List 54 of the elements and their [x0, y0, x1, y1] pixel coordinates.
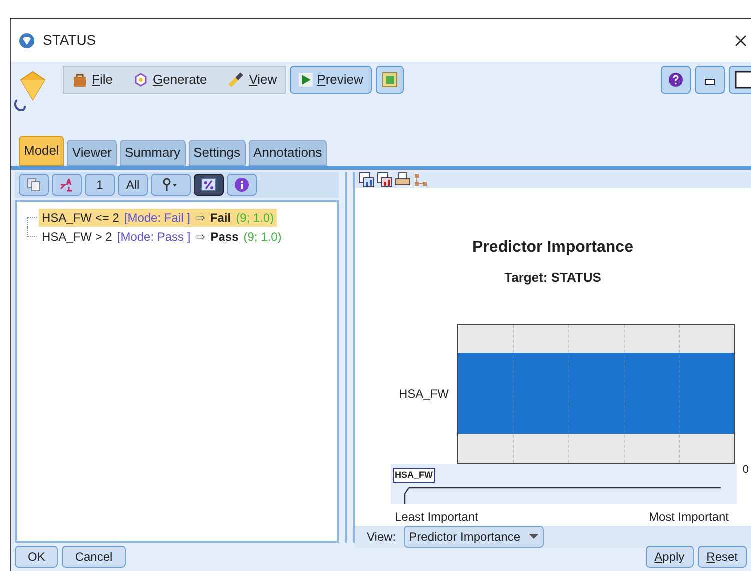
export-button[interactable] — [376, 66, 404, 94]
percent-icon — [201, 178, 217, 192]
help-icon — [668, 72, 684, 88]
dialog-button[interactable]: Cancel — [62, 546, 126, 568]
info-button[interactable] — [227, 174, 257, 196]
slider-label: HSA_FW — [393, 468, 435, 483]
bar-chart-icon[interactable] — [377, 172, 393, 188]
close-icon[interactable] — [735, 34, 747, 46]
grid-icon — [382, 72, 398, 88]
bar-label: HSA_FW — [399, 386, 450, 402]
chart-title: Predictor Importance — [472, 238, 634, 258]
tab[interactable]: Summary — [120, 140, 186, 166]
tab[interactable]: Annotations — [248, 140, 328, 166]
caret-icon — [528, 534, 539, 540]
pin-dropdown-icon — [162, 178, 180, 192]
menu-button[interactable]: File — [72, 70, 113, 90]
pin-button[interactable] — [151, 174, 191, 196]
tab[interactable]: Model — [19, 136, 64, 166]
help-button[interactable] — [661, 66, 691, 94]
axis-label: 0 — [742, 462, 749, 478]
dialog-button[interactable]: OK — [15, 546, 58, 568]
preview-button[interactable]: Preview — [290, 66, 372, 94]
minimize-button[interactable] — [695, 66, 725, 94]
rule-item[interactable]: HSA_FW > 2 [Mode: Pass ] ⇨ Pass (9; 1.0) — [39, 228, 285, 246]
flashlight-icon — [227, 72, 246, 88]
least-important-label: Least Important — [395, 508, 478, 526]
maximize-icon — [735, 71, 751, 89]
tab[interactable]: Viewer — [67, 140, 117, 166]
hexagon-icon — [132, 72, 149, 88]
window-title: STATUS — [43, 31, 96, 50]
dialog-button[interactable]: Reset — [698, 546, 747, 568]
copy-icon — [27, 178, 41, 192]
menu-button[interactable]: Generate — [132, 70, 208, 90]
copy-button[interactable] — [19, 174, 49, 196]
info-icon — [234, 177, 250, 193]
filter-button[interactable]: 1 — [85, 174, 115, 196]
sort-icon — [59, 177, 75, 193]
maximize-button[interactable] — [729, 66, 751, 94]
rule-item[interactable]: HSA_FW <= 2 [Mode: Fail ] ⇨ Fail (9; 1.0) — [39, 208, 278, 226]
tab[interactable]: Settings — [188, 140, 246, 166]
percent-button[interactable] — [194, 174, 224, 196]
print-icon[interactable] — [395, 172, 411, 188]
minimize-icon — [705, 79, 715, 85]
sort-button[interactable] — [52, 174, 82, 196]
filter-button[interactable]: All — [118, 174, 148, 196]
bar-chart-icon[interactable] — [359, 172, 375, 188]
play-icon — [299, 73, 314, 87]
chart-subtitle: Target: STATUS — [504, 269, 602, 287]
view-dropdown[interactable]: Predictor Importance — [404, 526, 544, 548]
dialog-button[interactable]: Apply — [646, 546, 694, 568]
most-important-label: Most Important — [648, 508, 729, 526]
menu-button[interactable]: View — [227, 70, 278, 90]
bag-icon — [72, 72, 88, 88]
view-label: View: — [367, 528, 396, 546]
